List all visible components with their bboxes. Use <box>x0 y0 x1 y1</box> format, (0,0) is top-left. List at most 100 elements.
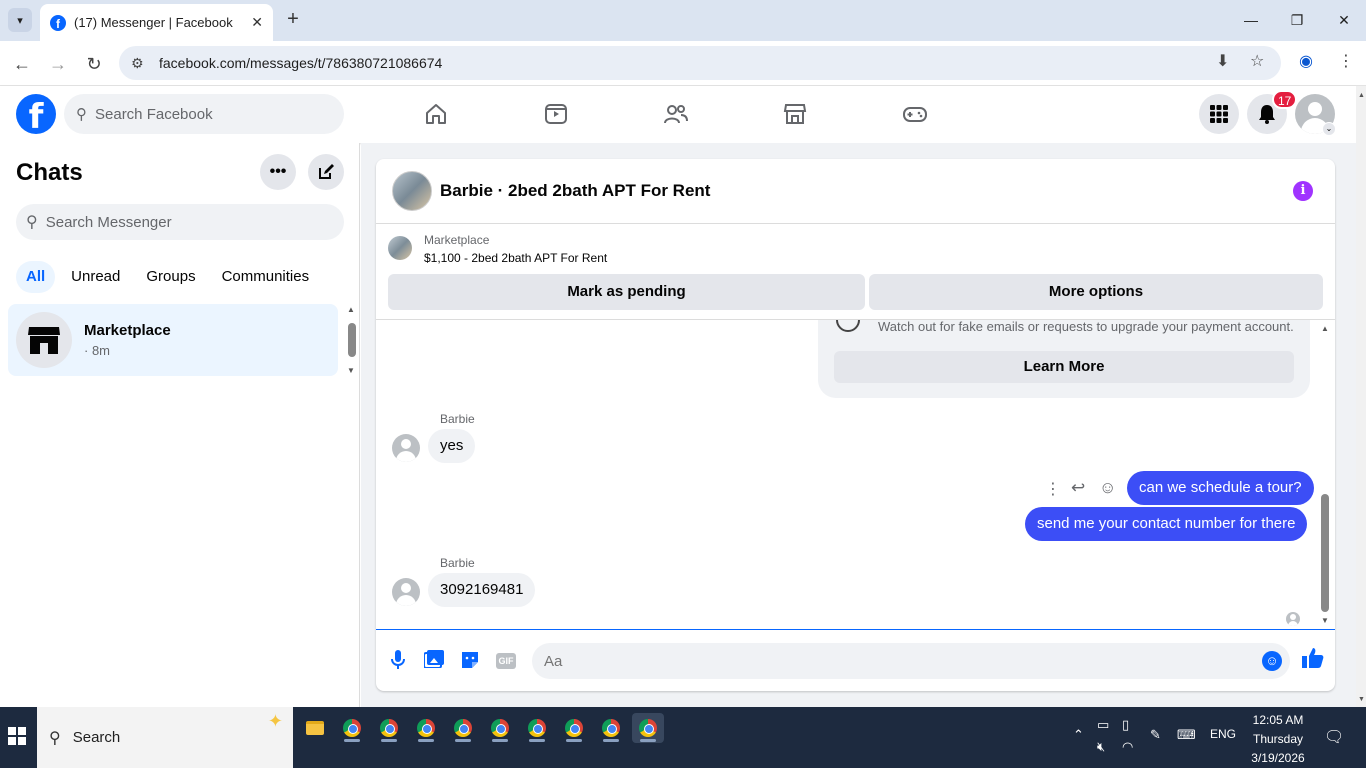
file-explorer-icon[interactable] <box>299 713 331 743</box>
facebook-search-input[interactable]: ⚲ Search Facebook <box>64 94 344 134</box>
new-message-icon[interactable] <box>308 154 344 190</box>
taskbar-search[interactable]: ⚲ Search ✦ <box>37 707 293 768</box>
app-running-indicator <box>566 739 582 742</box>
sticker-icon[interactable] <box>459 650 481 672</box>
minimize-icon[interactable]: — <box>1236 8 1266 32</box>
listing-thumbnail[interactable] <box>388 236 412 260</box>
browser-tab[interactable]: f (17) Messenger | Facebook ✕ <box>40 4 273 41</box>
listing-banner: Marketplace $1,100 - 2bed 2bath APT For … <box>376 224 1335 320</box>
more-options-icon[interactable]: ••• <box>260 154 296 190</box>
close-window-icon[interactable]: ✕ <box>1329 8 1359 32</box>
volume-muted-icon[interactable]: 🔇︎ <box>1097 739 1105 755</box>
listing-price-title[interactable]: $1,100 - 2bed 2bath APT For Rent <box>424 251 607 265</box>
message-input[interactable] <box>532 643 1290 679</box>
messenger-search-placeholder: Search Messenger <box>45 213 172 231</box>
facebook-topbar: f ⚲ Search Facebook 17 ⌄ <box>0 86 1356 143</box>
video-icon[interactable] <box>543 101 569 127</box>
mark-as-pending-button[interactable]: Mark as pending <box>388 274 865 310</box>
profile-icon[interactable]: ◉ <box>1299 51 1313 71</box>
info-icon[interactable]: i <box>1293 181 1313 201</box>
copilot-sparkle-icon: ✦ <box>267 711 283 731</box>
microphone-icon[interactable] <box>387 650 409 672</box>
app-running-indicator <box>603 739 619 742</box>
clock-day: Thursday <box>1252 732 1304 746</box>
home-icon[interactable] <box>423 101 449 127</box>
restore-icon[interactable]: ❐ <box>1282 8 1312 32</box>
friends-icon[interactable] <box>663 101 689 127</box>
app-running-indicator <box>418 739 434 742</box>
sender-name: Barbie <box>440 412 475 426</box>
filter-groups[interactable]: Groups <box>136 261 205 293</box>
close-tab-icon[interactable]: ✕ <box>251 14 263 31</box>
browser-toolbar: ← → ↻ ⚙ facebook.com/messages/t/78638072… <box>0 41 1366 86</box>
emoji-icon[interactable]: ☺ <box>1262 651 1282 671</box>
filter-unread[interactable]: Unread <box>61 261 130 293</box>
more-options-button[interactable]: More options <box>869 274 1323 310</box>
clock-date: 3/19/2026 <box>1251 751 1305 765</box>
incoming-message[interactable]: yes <box>428 429 476 463</box>
facebook-favicon-icon: f <box>50 14 66 31</box>
chat-filters: All Unread Groups Communities <box>16 261 325 293</box>
app-running-indicator <box>640 739 656 742</box>
install-app-icon[interactable]: ⬇ <box>1216 51 1229 71</box>
chat-name: Marketplace <box>84 322 171 339</box>
site-info-icon[interactable]: ⚙ <box>131 55 149 72</box>
phone-link-icon[interactable]: ▯ <box>1122 717 1129 733</box>
react-emoji-icon[interactable]: ☺ <box>1099 478 1116 498</box>
pen-icon[interactable]: ✎ <box>1150 727 1161 743</box>
conversation-title[interactable]: Barbie · 2bed 2bath APT For Rent <box>440 181 710 201</box>
sender-avatar[interactable] <box>392 578 420 606</box>
clock-time: 12:05 AM <box>1252 713 1304 727</box>
gif-icon[interactable]: GIF <box>496 653 516 669</box>
wifi-icon[interactable]: ◠ <box>1122 739 1133 755</box>
thumbs-up-icon[interactable] <box>1300 647 1326 673</box>
outgoing-message[interactable]: can we schedule a tour? <box>1127 471 1314 505</box>
new-tab-icon[interactable]: + <box>282 8 304 30</box>
reload-icon[interactable]: ↻ <box>81 51 107 77</box>
photo-icon[interactable] <box>423 650 445 672</box>
page-scrollbar[interactable]: ▲ ▼ <box>1356 86 1366 707</box>
back-icon[interactable]: ← <box>9 51 35 77</box>
system-clock[interactable]: 12:05 AM Thursday 3/19/2026 <box>1244 711 1312 768</box>
conversation-header: Barbie · 2bed 2bath APT For Rent i <box>376 159 1335 224</box>
show-hidden-icons-icon[interactable]: ⌃ <box>1073 727 1084 743</box>
address-bar[interactable]: ⚙ facebook.com/messages/t/78638072108667… <box>119 46 1281 80</box>
marketplace-icon[interactable] <box>782 101 808 127</box>
forward-icon[interactable]: → <box>45 51 71 77</box>
more-actions-icon[interactable]: ⋮ <box>1045 479 1061 499</box>
chat-list-item[interactable]: Marketplace · 8m <box>8 304 338 376</box>
chats-title: Chats <box>16 159 83 186</box>
incoming-message[interactable]: 3092169481 <box>428 573 536 607</box>
app-running-indicator <box>381 739 397 742</box>
windows-taskbar: ⚲ Search ✦ ⌃ ▭ 🔇︎ ▯ ◠ ✎ ⌨ ENG 12:05 AM T… <box>0 707 1366 768</box>
menu-grid-icon[interactable] <box>1199 94 1239 134</box>
filter-all[interactable]: All <box>16 261 56 293</box>
tab-title: (17) Messenger | Facebook <box>74 15 233 30</box>
thread-scrollbar[interactable]: ▲ ▼ <box>1320 324 1330 625</box>
messenger-search-input[interactable]: ⚲ Search Messenger <box>16 204 344 240</box>
gaming-icon[interactable] <box>902 101 928 127</box>
reply-icon[interactable]: ↩ <box>1071 478 1085 498</box>
message-composer: GIF ☺ <box>376 629 1335 691</box>
marketplace-shop-icon <box>16 312 72 368</box>
conversation-avatar[interactable] <box>392 171 432 211</box>
keyboard-icon[interactable]: ⌨ <box>1177 727 1196 743</box>
message-thread: Watch out for fake emails or requests to… <box>376 320 1335 631</box>
facebook-logo-icon[interactable]: f <box>16 94 56 134</box>
notification-center-icon[interactable]: 🗨︎ <box>1324 727 1344 747</box>
listing-category: Marketplace <box>424 233 490 247</box>
bookmark-star-icon[interactable]: ☆ <box>1250 51 1264 71</box>
input-language[interactable]: ENG <box>1210 727 1236 741</box>
safety-text: Watch out for fake emails or requests to… <box>878 320 1294 334</box>
learn-more-button[interactable]: Learn More <box>834 351 1294 383</box>
menu-kebab-icon[interactable]: ⋮ <box>1338 51 1354 71</box>
sender-avatar[interactable] <box>392 434 420 462</box>
outgoing-message[interactable]: send me your contact number for there <box>1025 507 1308 541</box>
filter-communities[interactable]: Communities <box>212 261 320 293</box>
tab-search-dropdown-icon[interactable]: ▾ <box>8 8 32 32</box>
battery-icon[interactable]: ▭ <box>1097 717 1109 733</box>
chevron-down-icon[interactable]: ⌄ <box>1322 122 1336 136</box>
app-running-indicator <box>529 739 545 742</box>
chat-list-scrollbar[interactable]: ▲ ▼ <box>346 305 356 375</box>
windows-start-icon[interactable] <box>8 727 26 745</box>
